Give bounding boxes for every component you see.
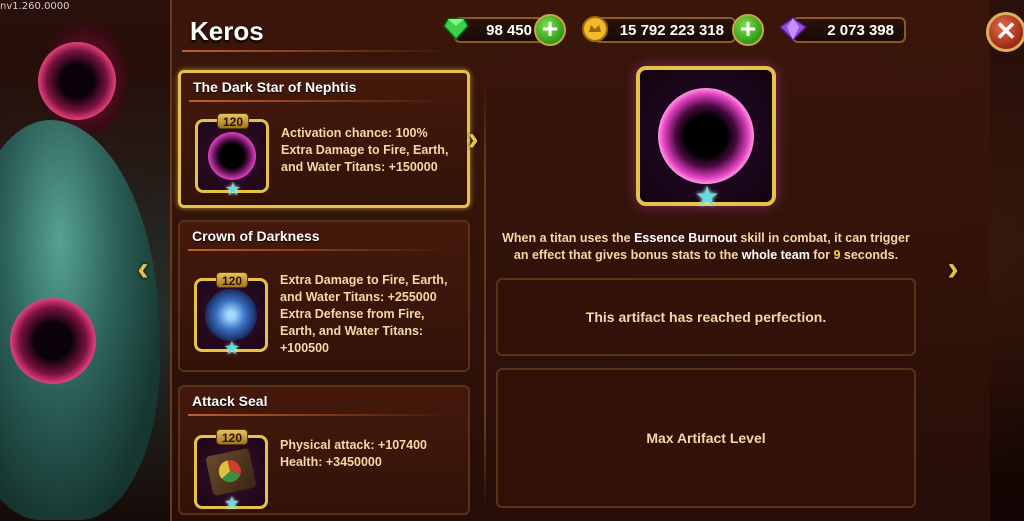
artifact-level-badge: 120: [216, 272, 248, 288]
card-underline: [188, 414, 448, 416]
artifact-level-badge: 120: [217, 113, 249, 129]
desc-skill-name: Essence Burnout: [634, 231, 737, 245]
dark-star-orb-image: [658, 88, 754, 184]
chevron-right-icon: ›: [947, 250, 959, 288]
creature-orb-top: [38, 42, 116, 120]
crystal-counter: 2 073 398: [792, 17, 906, 43]
artifact-card-title: Crown of Darkness: [192, 228, 320, 244]
desc-target: whole team: [741, 248, 810, 262]
emerald-gem-icon: [441, 14, 471, 44]
desc-duration: 9: [833, 248, 841, 262]
perfection-text: This artifact has reached perfection.: [585, 309, 827, 325]
dark-orb-image: [208, 132, 256, 180]
desc-text: for: [813, 248, 830, 262]
previous-hero-button[interactable]: ‹: [128, 250, 158, 288]
artifact-card-title: The Dark Star of Nephtis: [193, 79, 357, 95]
title-underline: [182, 50, 452, 52]
creature-orb-bottom: [10, 298, 96, 384]
add-gold-button[interactable]: +: [732, 14, 764, 46]
next-hero-button[interactable]: ›: [938, 250, 968, 288]
crystal-amount: 2 073 398: [827, 21, 894, 39]
star-icon: ★: [694, 181, 720, 212]
star-icon: ★: [223, 338, 241, 358]
panel-divider: [484, 80, 486, 510]
seal-image: [205, 447, 257, 497]
blue-orb-image: [205, 289, 257, 341]
artifact-card-description: Physical attack: +107400 Health: +345000…: [280, 438, 427, 469]
max-level-box: Max Artifact Level: [496, 368, 916, 508]
add-emeralds-button[interactable]: +: [534, 14, 566, 46]
max-level-text: Max Artifact Level: [646, 430, 766, 446]
card-underline: [188, 249, 448, 251]
artifact-card-title: Attack Seal: [192, 393, 268, 409]
desc-text: When a titan uses the: [502, 231, 631, 245]
artifact-card-description: Activation chance: 100% Extra Damage to …: [281, 126, 449, 174]
chevron-left-icon: ‹: [137, 250, 149, 288]
artifact-card-dark-star[interactable]: The Dark Star of Nephtis 120 ★ Activatio…: [178, 70, 470, 208]
close-icon: ✕: [995, 16, 1017, 46]
gold-coin-icon: [580, 14, 610, 44]
artifact-effect-description: When a titan uses the Essence Burnout sk…: [500, 230, 912, 264]
perfection-status: This artifact has reached perfection.: [496, 278, 916, 356]
artifact-level-badge: 120: [216, 429, 248, 445]
emerald-amount: 98 450: [486, 21, 532, 39]
hero-name: Keros: [190, 16, 264, 46]
purple-crystal-icon: [778, 14, 808, 44]
artifact-card-crown[interactable]: Crown of Darkness 120 ★ Extra Damage to …: [178, 220, 470, 372]
gold-amount: 15 792 223 318: [619, 21, 724, 39]
artifact-card-description: Extra Damage to Fire, Earth, and Water T…: [280, 273, 448, 355]
card-underline: [189, 100, 449, 102]
desc-text: seconds.: [843, 248, 899, 262]
version-label: nv1.260.0000: [0, 1, 70, 12]
star-icon: ★: [224, 179, 242, 199]
artifact-card-attack-seal[interactable]: Attack Seal 120 ★ Physical attack: +1074…: [178, 385, 470, 515]
close-button[interactable]: ✕: [986, 12, 1024, 52]
gold-counter: 15 792 223 318: [594, 17, 736, 43]
star-icon: ★: [223, 493, 241, 513]
